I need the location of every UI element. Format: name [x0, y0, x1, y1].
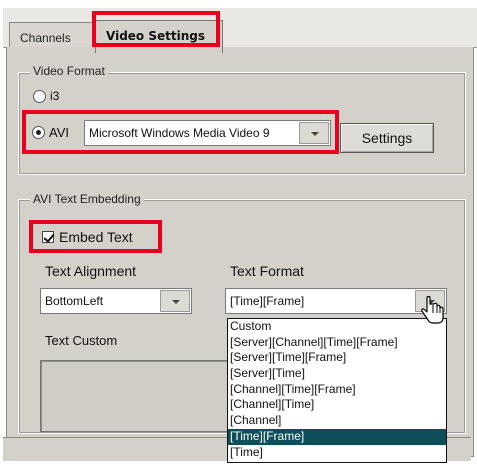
tab-video-settings[interactable]: Video Settings	[95, 20, 223, 53]
format-option[interactable]: [Server][Time]	[228, 366, 446, 382]
text-custom-input[interactable]	[40, 360, 230, 432]
chevron-down-icon[interactable]	[299, 122, 329, 144]
text-alignment-select[interactable]: BottomLeft	[40, 288, 192, 314]
radio-i3[interactable]	[33, 90, 46, 103]
text-custom-label: Text Custom	[45, 333, 118, 348]
format-option[interactable]: [Channel][Time][Frame]	[228, 382, 446, 398]
text-format-label: Text Format	[230, 263, 304, 279]
text-alignment-label: Text Alignment	[45, 263, 137, 279]
radio-i3-label: i3	[50, 89, 60, 103]
chevron-down-icon[interactable]	[160, 290, 190, 312]
format-option[interactable]: [Server][Channel][Time][Frame]	[228, 335, 446, 351]
format-option[interactable]: [Time]	[228, 445, 446, 461]
tab-strip: Channels Video Settings	[3, 8, 477, 53]
codec-select-value: Microsoft Windows Media Video 9	[89, 126, 270, 140]
codec-select[interactable]: Microsoft Windows Media Video 9	[84, 120, 331, 146]
embed-text-checkbox[interactable]	[42, 231, 54, 243]
format-option[interactable]: [Server][Time][Frame]	[228, 350, 446, 366]
format-option-selected[interactable]: [Time][Frame]	[228, 428, 446, 445]
text-format-value: [Time][Frame]	[230, 294, 305, 308]
text-format-dropdown[interactable]: Custom [Server][Channel][Time][Frame] [S…	[227, 318, 447, 463]
settings-button[interactable]: Settings	[340, 123, 434, 153]
text-alignment-value: BottomLeft	[45, 294, 104, 308]
format-option[interactable]: [Channel][Time]	[228, 397, 446, 413]
avi-text-embedding-legend: AVI Text Embedding	[30, 192, 144, 206]
text-format-select[interactable]: [Time][Frame]	[225, 288, 447, 314]
format-option[interactable]: [Channel]	[228, 413, 446, 429]
embed-text-label: Embed Text	[59, 229, 133, 245]
format-option[interactable]: Custom	[228, 319, 446, 335]
radio-avi[interactable]	[32, 126, 45, 139]
video-format-legend: Video Format	[30, 64, 108, 78]
radio-avi-label: AVI	[49, 125, 69, 140]
hand-cursor-icon	[421, 296, 444, 324]
